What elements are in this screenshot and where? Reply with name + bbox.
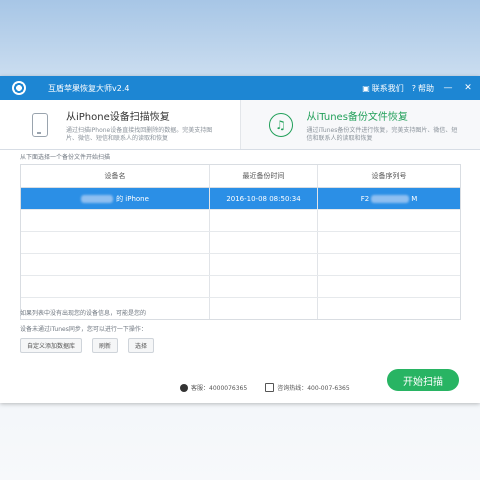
table-row-empty [21, 276, 460, 298]
start-scan-button[interactable]: 开始扫描 [387, 369, 459, 391]
backup-table: 设备名 最近备份时间 设备序列号 的 iPhone 2016-10-08 08:… [20, 164, 461, 320]
app-logo [12, 81, 26, 95]
cell-device-name: 的 iPhone [21, 188, 210, 209]
tab-itunes-backup[interactable]: ♫ 从iTunes备份文件恢复 通过iTunes备份文件进行恢复，完美支持图片、… [239, 100, 480, 149]
minimize-button[interactable]: — [442, 83, 454, 93]
app-window: 互盾苹果恢复大师v2.4 ▣ 联系我们 ? 帮助 — ✕ 从iPhone设备扫描… [0, 76, 480, 403]
device-name: 的 iPhone [116, 194, 149, 203]
hotline: 咨询热线：400-007-6365 [265, 383, 350, 392]
serial-prefix: F2 [360, 194, 370, 203]
qq-icon [180, 383, 188, 392]
phone-icon [32, 112, 48, 137]
tab-iphone-scan[interactable]: 从iPhone设备扫描恢复 通过扫描iPhone设备直接找回删除的数据。完美支持… [0, 100, 240, 149]
music-icon-wrap: ♫ [261, 100, 301, 149]
cell-serial: F2 M [318, 188, 460, 209]
table-row[interactable]: 的 iPhone 2016-10-08 08:50:34 F2 M [21, 188, 460, 210]
header-serial: 设备序列号 [371, 172, 407, 180]
mode-tabs: 从iPhone设备扫描恢复 通过扫描iPhone设备直接找回删除的数据。完美支持… [0, 100, 480, 150]
action-buttons: 自定义添加数据库 刷新 选择 [20, 338, 155, 353]
table-row-empty [21, 254, 460, 276]
redacted-mask [81, 194, 114, 203]
custom-add-database-button[interactable]: 自定义添加数据库 [20, 338, 83, 353]
tab-iphone-scan-desc: 通过扫描iPhone设备直接找回删除的数据。完美支持图片、微信、短信和联系人的读… [66, 127, 213, 142]
table-row-empty [21, 232, 460, 254]
qq-support-label: 客服：4000076365 [191, 385, 248, 392]
note-line-2: 设备未通过iTunes同步，您可以进行一下操作： [20, 326, 147, 333]
select-button[interactable]: 选择 [128, 338, 155, 353]
table-row-empty [21, 210, 460, 232]
help-button[interactable]: ? 帮助 [412, 83, 434, 94]
contact-us-button[interactable]: ▣ 联系我们 [362, 83, 404, 94]
hotline-label: 咨询热线：400-007-6365 [277, 385, 350, 392]
redacted-mask [371, 194, 410, 203]
music-note-icon: ♫ [268, 112, 293, 137]
header-device-name: 设备名 [21, 165, 210, 187]
phone-hotline-icon [265, 383, 275, 392]
tab-itunes-backup-title: 从iTunes备份文件恢复 [306, 112, 408, 123]
note-line-1: 如果列表中没有出现您的设备信息，可能是您的 [20, 310, 147, 317]
tab-itunes-backup-text: 从iTunes备份文件恢复 通过iTunes备份文件进行恢复，完美支持图片、微信… [307, 100, 462, 149]
help-icon: ? [411, 83, 416, 93]
app-title: 互盾苹果恢复大师v2.4 [48, 83, 130, 93]
tab-iphone-scan-title: 从iPhone设备扫描恢复 [66, 112, 170, 123]
serial-suffix: M [411, 194, 418, 203]
cell-backup-time: 2016-10-08 08:50:34 [210, 188, 318, 209]
help-label: 帮助 [418, 83, 434, 93]
footer: 客服：4000076365 咨询热线：400-007-6365 [180, 383, 350, 392]
chat-icon: ▣ [362, 83, 370, 93]
title-bar-controls: ▣ 联系我们 ? 帮助 — ✕ [362, 76, 474, 100]
select-hint: 从下面选择一个备份文件开始扫描 [20, 154, 111, 161]
phone-icon-wrap [20, 100, 60, 149]
qq-support[interactable]: 客服：4000076365 [180, 383, 247, 392]
tab-itunes-backup-desc: 通过iTunes备份文件进行恢复，完美支持图片、微信、短信和联系人的读取和恢复 [306, 127, 458, 142]
contact-us-label: 联系我们 [371, 83, 404, 93]
close-button[interactable]: ✕ [462, 83, 474, 93]
tab-iphone-scan-text: 从iPhone设备扫描恢复 通过扫描iPhone设备直接找回删除的数据。完美支持… [66, 100, 221, 149]
refresh-button[interactable]: 刷新 [92, 338, 119, 353]
title-bar: 互盾苹果恢复大师v2.4 ▣ 联系我们 ? 帮助 — ✕ [0, 76, 480, 100]
header-backup-time: 最近备份时间 [210, 165, 318, 187]
table-header: 设备名 最近备份时间 设备序列号 [21, 165, 460, 188]
